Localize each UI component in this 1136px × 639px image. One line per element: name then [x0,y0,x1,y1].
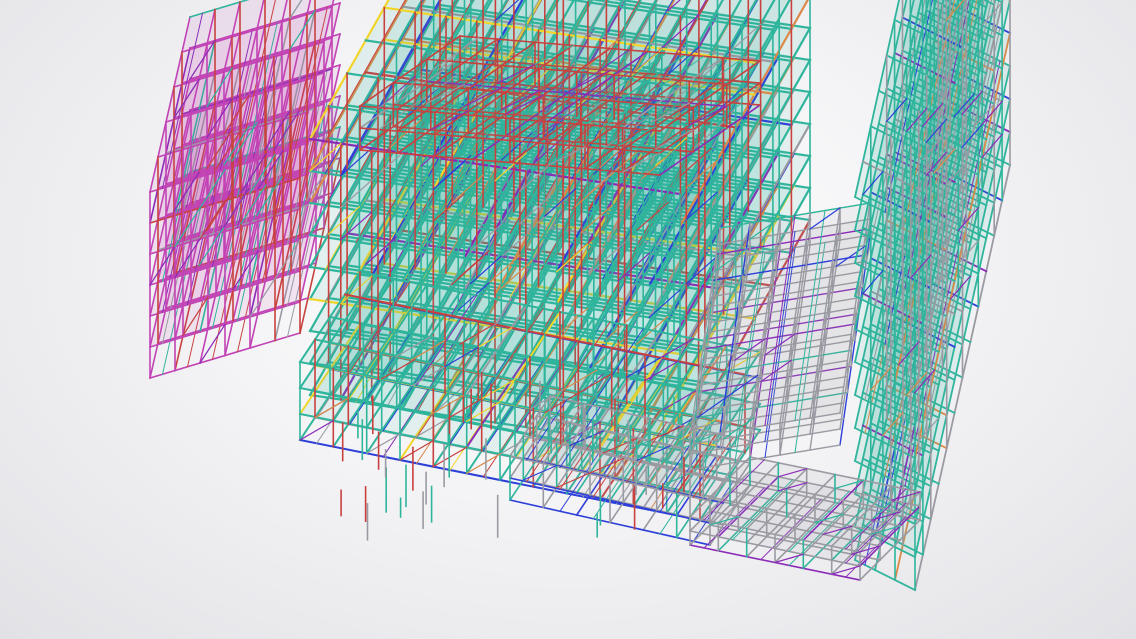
3d-model-viewport[interactable] [0,0,1136,639]
structural-model-render [149,0,1012,592]
left-wing-frame [149,0,341,379]
